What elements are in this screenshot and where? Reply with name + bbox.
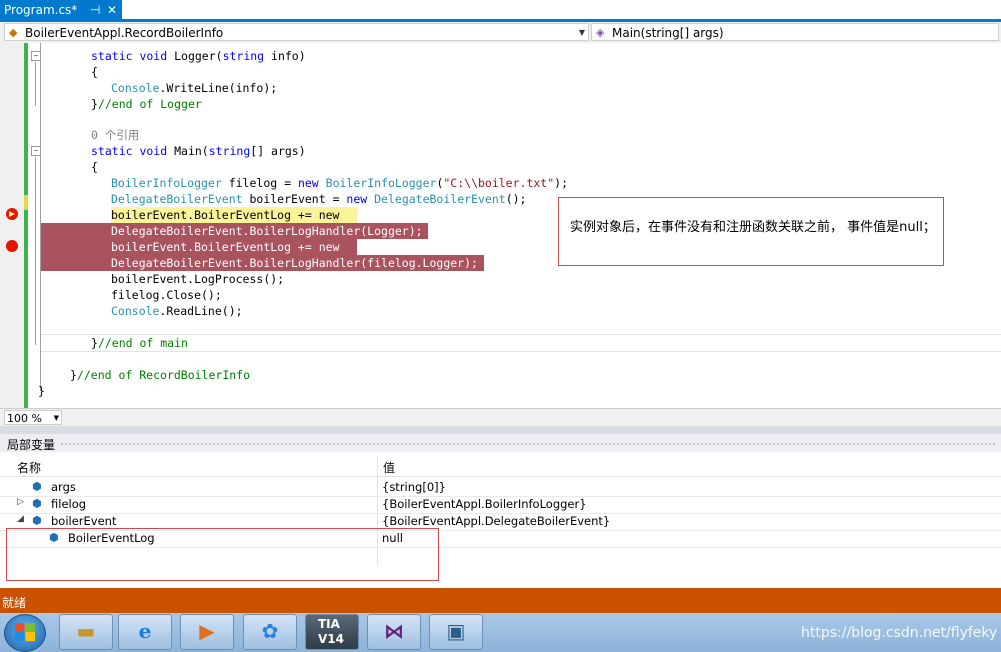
- media-player-icon: ▶: [199, 619, 215, 643]
- class-combo[interactable]: ◆ BoilerEventAppl.RecordBoilerInfo ▼: [4, 23, 589, 41]
- indicator-margin[interactable]: [0, 43, 24, 408]
- zoom-combo[interactable]: 100 % ▼: [4, 410, 62, 425]
- folder-icon: ▬: [76, 619, 96, 643]
- column-name-header[interactable]: 名称: [17, 459, 41, 476]
- code-line[interactable]: }//end of main: [91, 335, 188, 351]
- member-combo-label: Main(string[] args): [612, 26, 724, 40]
- breakpoint-line[interactable]: DelegateBoilerEvent.BoilerLogHandler(Log…: [41, 223, 428, 239]
- zoom-value: 100 %: [7, 412, 42, 425]
- code-line[interactable]: filelog.Close();: [111, 287, 222, 303]
- taskbar-media[interactable]: ▶: [180, 614, 234, 650]
- annotation-text: 实例对象后，在事件没有和注册函数关联之前， 事件值是null；: [570, 220, 936, 235]
- taskbar-ie[interactable]: e: [118, 614, 172, 650]
- window-icon: ▣: [446, 619, 466, 643]
- variable-name: boilerEvent: [51, 514, 117, 528]
- outline-line: [35, 62, 36, 106]
- reference-count-lens[interactable]: 0 个引用: [91, 127, 139, 143]
- taskbar-baidu-netdisk[interactable]: ✿: [243, 614, 297, 650]
- locals-row[interactable]: ⬢ args {string[0]}: [0, 479, 1001, 497]
- change-tracking-unsaved: [24, 195, 28, 210]
- variable-value: {string[0]}: [382, 480, 446, 494]
- watermark-text: https://blog.csdn.net/flyfeky: [801, 625, 998, 641]
- internet-explorer-icon: e: [138, 619, 152, 643]
- change-tracking-bar: [24, 43, 28, 408]
- code-line[interactable]: {: [91, 159, 98, 175]
- variable-value: {BoilerEventAppl.BoilerInfoLogger}: [382, 497, 587, 511]
- code-line[interactable]: }//end of Logger: [91, 96, 202, 112]
- code-line[interactable]: {: [91, 64, 98, 80]
- code-line[interactable]: Console.ReadLine();: [111, 303, 243, 319]
- code-line[interactable]: DelegateBoilerEvent boilerEvent = new De…: [111, 191, 526, 207]
- taskbar-app-window[interactable]: ▣: [429, 614, 483, 650]
- variable-name: filelog: [51, 497, 87, 511]
- taskbar-explorer[interactable]: ▬: [59, 614, 113, 650]
- annotation-box: [6, 528, 439, 581]
- tia-version-label: V14: [318, 632, 344, 646]
- object-icon: ⬢: [32, 514, 42, 527]
- editor-zoom-bar: 100 % ▼: [0, 408, 1001, 427]
- code-line[interactable]: static void Main(string[] args): [91, 143, 306, 159]
- column-value-header[interactable]: 值: [383, 459, 395, 476]
- object-icon: ⬢: [32, 497, 42, 510]
- close-icon[interactable]: ✕: [107, 0, 117, 20]
- locals-title-bar[interactable]: 局部变量: [0, 434, 1001, 452]
- code-line[interactable]: BoilerInfoLogger filelog = new BoilerInf…: [111, 175, 568, 191]
- current-statement-arrow-icon: [9, 211, 15, 217]
- windows-logo-icon-lower: [15, 632, 35, 641]
- chevron-down-icon: ▼: [53, 414, 59, 422]
- expand-icon[interactable]: ▷: [17, 497, 24, 507]
- title-grip: [60, 442, 995, 446]
- object-icon: ⬢: [32, 480, 42, 493]
- class-icon: ◆: [9, 26, 18, 39]
- member-combo[interactable]: ◈ Main(string[] args): [591, 23, 999, 41]
- locals-row[interactable]: ▷ ⬢ filelog {BoilerEventAppl.BoilerInfoL…: [0, 496, 1001, 514]
- navigation-bar: ◆ BoilerEventAppl.RecordBoilerInfo ▼ ◈ M…: [0, 22, 1001, 44]
- breakpoint-icon[interactable]: [6, 240, 18, 252]
- tab-program-cs[interactable]: Program.cs* ⊣ ✕: [0, 0, 122, 20]
- pane-splitter[interactable]: [0, 426, 1001, 434]
- variable-name: args: [51, 480, 76, 494]
- outline-line: [35, 157, 36, 345]
- class-combo-label: BoilerEventAppl.RecordBoilerInfo: [25, 26, 224, 40]
- breakpoint-current-icon[interactable]: [6, 208, 18, 220]
- status-text: 就绪: [2, 596, 27, 610]
- variable-value: {BoilerEventAppl.DelegateBoilerEvent}: [382, 514, 611, 528]
- code-line[interactable]: }: [38, 383, 45, 399]
- status-bar: 就绪: [0, 588, 1001, 613]
- locals-column-header: 名称 值: [0, 456, 1001, 477]
- collapse-icon[interactable]: ◢: [17, 514, 24, 524]
- visual-studio-icon: ⋈: [384, 619, 404, 643]
- code-editor[interactable]: − − static void Logger(string info) { Co…: [0, 43, 1001, 408]
- tab-title: Program.cs*: [4, 3, 78, 17]
- code-line[interactable]: Console.WriteLine(info);: [111, 80, 277, 96]
- taskbar-tia-portal[interactable]: TIA V14: [305, 614, 359, 650]
- taskbar: ▬ e ▶ ✿ TIA V14 ⋈ ▣ https://blog.csdn.ne…: [0, 613, 1001, 652]
- code-line[interactable]: }//end of RecordBoilerInfo: [70, 367, 250, 383]
- current-statement-line[interactable]: boilerEvent.BoilerEventLog += new: [111, 207, 357, 223]
- annotation-box: 实例对象后，在事件没有和注册函数关联之前， 事件值是null；: [558, 197, 944, 266]
- method-icon: ◈: [596, 26, 605, 39]
- document-tab-strip: Program.cs* ⊣ ✕: [0, 0, 1001, 22]
- code-line[interactable]: static void Logger(string info): [91, 48, 306, 64]
- code-line[interactable]: boilerEvent.LogProcess();: [111, 271, 284, 287]
- chevron-down-icon: ▼: [578, 28, 585, 37]
- cloud-icon: ✿: [261, 619, 279, 643]
- breakpoint-line[interactable]: DelegateBoilerEvent.BoilerLogHandler(fil…: [41, 255, 484, 271]
- locals-window: 局部变量 名称 值 ⬢ args {string[0]} ▷ ⬢ filelog…: [0, 434, 1001, 588]
- start-button[interactable]: [4, 614, 46, 652]
- breakpoint-line[interactable]: boilerEvent.BoilerEventLog += new: [41, 239, 357, 255]
- pin-icon[interactable]: ⊣: [90, 0, 100, 20]
- locals-title: 局部变量: [7, 438, 56, 452]
- taskbar-visual-studio[interactable]: ⋈: [367, 614, 421, 650]
- tia-label: TIA: [318, 617, 340, 631]
